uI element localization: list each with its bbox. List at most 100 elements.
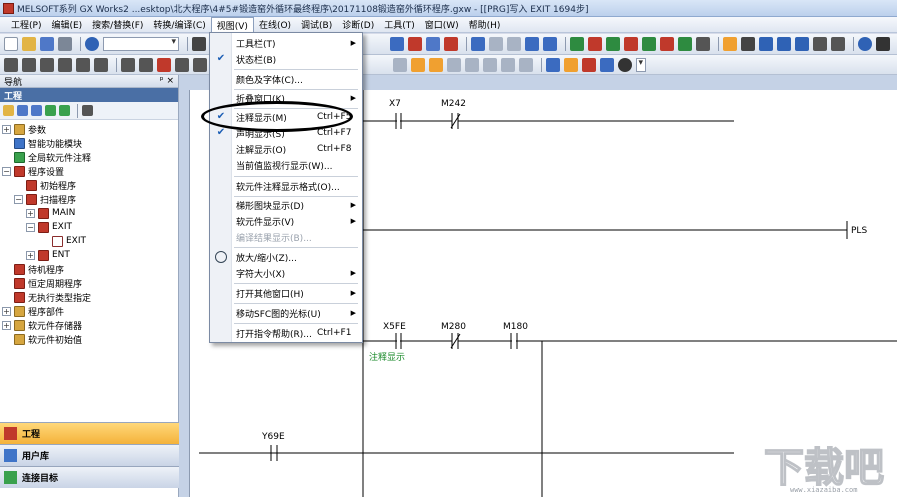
contact-icon[interactable] [40,57,54,72]
contact-icon[interactable] [58,57,72,72]
menu-tool[interactable]: 工具(T) [379,17,420,32]
menu-item-instruction-help[interactable]: 打开指令帮助(R)... Ctrl+F1 [210,325,362,341]
ladder-tool-icon[interactable] [489,37,503,51]
tree-item-intelligent-module[interactable]: 智能功能模块 [14,136,82,150]
list-icon[interactable] [31,105,42,116]
menu-item-toolbar[interactable]: 工具栏(T) ▶ [210,35,362,51]
ladder-mode-icon[interactable] [411,57,425,72]
expand-icon[interactable]: + [26,208,35,218]
menu-item-statusbar[interactable]: ✔ 状态栏(B) [210,51,362,67]
print-icon[interactable] [58,37,72,51]
menu-item-zoom[interactable]: 放大/缩小(Z)... [210,249,362,265]
window-icon[interactable] [813,37,827,51]
menu-item-open-other-window[interactable]: 打开其他窗口(H) ▶ [210,285,362,301]
coil-icon[interactable] [139,57,153,72]
menu-item-character-size[interactable]: 字符大小(X) ▶ [210,265,362,281]
ladder-tool-icon[interactable] [606,37,620,51]
menu-online[interactable]: 在线(O) [254,17,296,32]
tree-item-device-initial[interactable]: 软元件初始值 [14,332,82,346]
menu-edit[interactable]: 编辑(E) [46,17,87,32]
menu-item-move-sfc-cursor[interactable]: 移动SFC图的光标(U) ▶ [210,305,362,321]
tree-item-fixed-scan-program[interactable]: 恒定周期程序 [14,276,82,290]
binoculars-icon[interactable] [876,37,890,51]
refresh-icon[interactable] [45,105,56,116]
ladder-mode-icon[interactable] [600,57,614,72]
ladder-tool-icon[interactable] [507,37,521,51]
collapse-icon[interactable]: − [14,194,23,204]
tree-item-exit[interactable]: − EXIT [26,220,72,234]
contact-m180[interactable]: M180 [503,322,528,349]
contact-x5fe[interactable]: X5FE 注释显示 [369,322,406,363]
tree-item-global-comment[interactable]: 全局软元件注释 [14,150,91,164]
menu-item-note-display[interactable]: 注解显示(O) Ctrl+F8 [210,141,362,157]
window-icon[interactable] [831,37,845,51]
ladder-tool-icon[interactable] [588,37,602,51]
menu-item-fold-window[interactable]: 折叠窗口(K) ▶ [210,90,362,106]
menu-search-replace[interactable]: 搜索/替换(F) [87,17,148,32]
ladder-mode-icon[interactable] [546,57,560,72]
tree-item-scan-program[interactable]: − 扫描程序 [14,192,76,206]
ladder-tool-icon[interactable] [642,37,656,51]
help-icon[interactable] [85,37,99,51]
ladder-mode-icon[interactable] [447,57,461,72]
cut-icon[interactable] [192,37,206,51]
ladder-tool-icon[interactable] [408,37,422,51]
folder-icon[interactable] [3,105,14,116]
menu-item-comment-format[interactable]: 软元件注释显示格式(O)... [210,178,362,194]
expand-icon[interactable]: + [2,306,11,316]
line-icon[interactable] [193,57,207,72]
menu-debug[interactable]: 调试(B) [296,17,337,32]
collapse-icon[interactable]: − [26,222,35,232]
tree-tool-icon[interactable] [82,105,93,116]
ladder-mode-icon[interactable] [564,57,578,72]
menu-item-statement-display[interactable]: ✔ 声明显示(S) Ctrl+F7 [210,125,362,141]
tree-item-program-setting[interactable]: − 程序设置 [2,164,64,178]
collapse-icon[interactable]: − [2,166,11,176]
ladder-tool-icon[interactable] [678,37,692,51]
ladder-mode-icon[interactable] [465,57,479,72]
menu-project[interactable]: 工程(P) [6,17,46,32]
menu-window[interactable]: 窗口(W) [420,17,464,32]
delete-line-icon[interactable] [157,57,171,72]
tree-item-no-execution-type[interactable]: 无执行类型指定 [14,290,91,304]
tree-item-program-parts[interactable]: + 程序部件 [2,304,64,318]
save-icon[interactable] [40,37,54,51]
menu-convert-compile[interactable]: 转换/编译(C) [148,17,210,32]
ladder-tool-icon[interactable] [660,37,674,51]
contact-icon[interactable] [4,57,18,72]
contact-icon[interactable] [94,57,108,72]
ladder-mode-icon[interactable] [429,57,443,72]
menu-diagnostics[interactable]: 诊断(D) [337,17,379,32]
expand-icon[interactable]: + [26,250,35,260]
contact-x7[interactable]: X7 [389,99,402,129]
ladder-tool-icon[interactable] [444,37,458,51]
tree-item-exit-body[interactable]: EXIT [52,234,86,248]
tree-item-device-memory[interactable]: + 软元件存储器 [2,318,82,332]
menu-view[interactable]: 视图(V) [210,16,254,33]
expand-icon[interactable]: + [2,124,11,134]
navigator-pin-close[interactable]: ᵖ × [160,76,174,86]
menu-item-device-display[interactable]: 软元件显示(V) ▶ [210,213,362,229]
coil-icon[interactable] [121,57,135,72]
ladder-mode-icon[interactable] [483,57,497,72]
ladder-tool-icon[interactable] [471,37,485,51]
ladder-tool-icon[interactable] [390,37,404,51]
zoom-icon[interactable] [618,57,632,72]
menu-item-ladder-block-display[interactable]: 梯形图块显示(D) ▶ [210,197,362,213]
toolbar-combo[interactable] [636,57,646,72]
tab-user-library[interactable]: 用户库 [0,444,179,466]
ladder-tool-icon[interactable] [543,37,557,51]
tree-item-initial-program[interactable]: 初始程序 [26,178,76,192]
tree-item-ent[interactable]: + ENT [26,248,70,262]
window-icon[interactable] [795,37,809,51]
toolbar-combo[interactable] [103,37,179,51]
new-file-icon[interactable] [4,37,18,51]
ladder-mode-icon[interactable] [501,57,515,72]
menu-help[interactable]: 帮助(H) [464,17,506,32]
instruction-pls[interactable]: PLS [851,226,867,236]
contact-m242[interactable]: M242 [441,99,466,129]
menu-item-monitor-line-display[interactable]: 当前值监视行显示(W)... [210,157,362,173]
list-icon[interactable] [17,105,28,116]
line-icon[interactable] [393,57,407,72]
ladder-tool-icon[interactable] [525,37,539,51]
